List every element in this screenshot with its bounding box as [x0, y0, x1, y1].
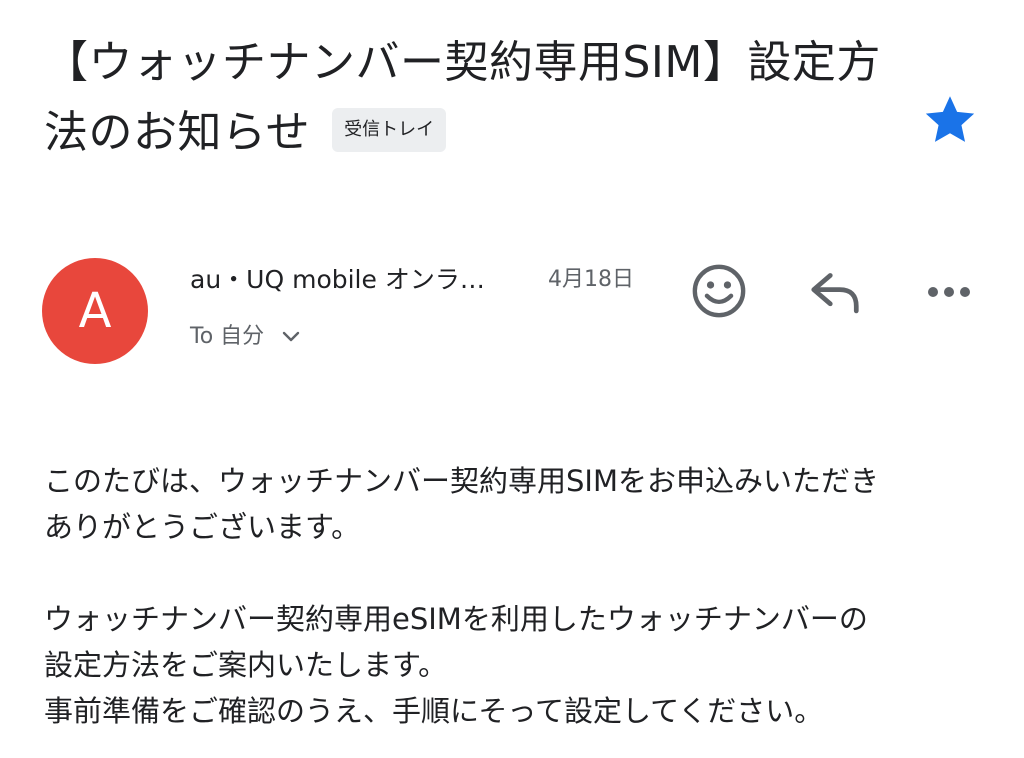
email-body: このたびは、ウォッチナンバー契約専用SIMをお申込みいただき ありがとうございま…: [44, 458, 994, 734]
sender-avatar[interactable]: A: [42, 258, 148, 364]
email-date: 4月18日: [548, 267, 634, 292]
body-line: このたびは、ウォッチナンバー契約専用SIMをお申込みいただき: [44, 464, 879, 498]
body-line: 設定方法をご案内いたします。: [44, 648, 448, 682]
body-line: ありがとうございます。: [44, 510, 361, 544]
avatar-letter: A: [78, 283, 112, 339]
star-icon[interactable]: [922, 92, 978, 148]
smiley-icon[interactable]: [690, 262, 748, 320]
body-line: 事前準備をご確認のうえ、手順にそって設定してください。: [44, 694, 824, 728]
recipient-label: To 自分: [190, 324, 265, 349]
email-subject: 【ウォッチナンバー契約専用SIM】設定方法のお知らせ 受信トレイ: [44, 28, 904, 168]
subject-text: 【ウォッチナンバー契約専用SIM】設定方法のお知らせ: [44, 37, 881, 158]
sender-name[interactable]: au・UQ mobile オンラ…: [190, 264, 485, 296]
inbox-label-badge[interactable]: 受信トレイ: [332, 108, 447, 152]
body-line: ウォッチナンバー契約専用eSIMを利用したウォッチナンバーの: [44, 602, 868, 636]
reply-icon[interactable]: [806, 266, 864, 318]
recipient-toggle[interactable]: To 自分: [190, 322, 301, 352]
more-horizontal-icon[interactable]: [918, 270, 980, 314]
chevron-down-icon: [282, 331, 300, 342]
